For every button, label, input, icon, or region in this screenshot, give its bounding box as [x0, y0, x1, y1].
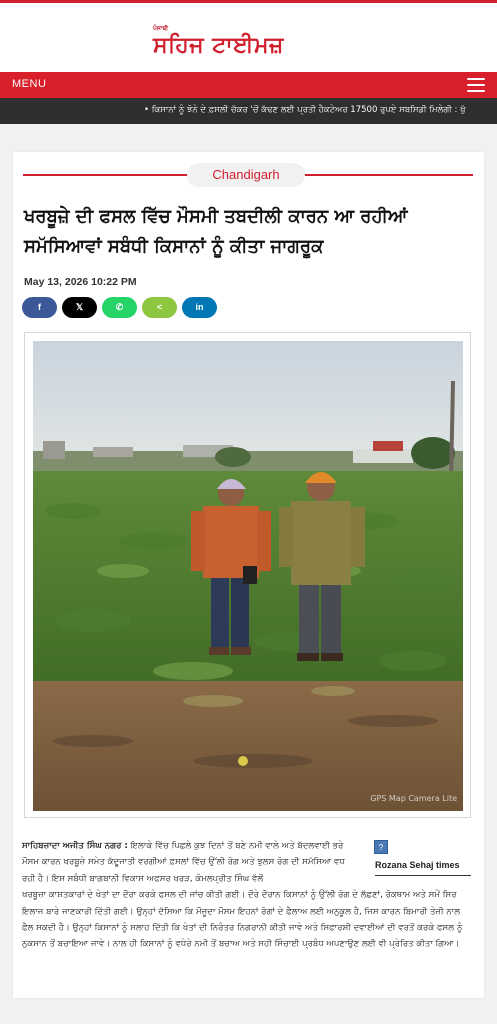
menu-button[interactable]: MENU — [12, 78, 46, 90]
category-badge[interactable]: Chandigarh — [187, 163, 305, 187]
hamburger-icon[interactable] — [467, 78, 485, 92]
menu-bar: MENU — [0, 72, 497, 98]
linkedin-share-button[interactable]: in — [182, 297, 217, 318]
body-paragraph-rest: ਖਰਬੂਜ਼ਾ ਕਾਸ਼ਤਕਾਰਾਂ ਦੇ ਖੇਤਾਂ ਦਾ ਦੌਰਾ ਕਰਕੇ… — [22, 890, 463, 950]
sharethis-button[interactable]: < — [142, 297, 177, 318]
article-photo-frame: GPS Map Camera Lite — [24, 332, 471, 818]
facebook-share-button[interactable]: f — [22, 297, 57, 318]
article-card: Chandigarh ਖਰਬੂਜ਼ੇ ਦੀ ਫਸਲ ਵਿੱਚ ਮੌਸਮੀ ਤਬਦ… — [13, 152, 484, 998]
category-divider-left — [23, 174, 191, 176]
site-header: ਪੰਜਾਬੀ ਸਹਿਜ ਟਾਈਮਜ਼ — [0, 9, 497, 72]
site-logo[interactable]: ਪੰਜਾਬੀ ਸਹਿਜ ਟਾਈਮਜ਼ — [153, 25, 323, 65]
top-accent-line — [0, 0, 497, 9]
whatsapp-share-button[interactable]: ✆ — [102, 297, 137, 318]
article-photo[interactable]: GPS Map Camera Lite — [33, 341, 463, 811]
category-divider-right — [303, 174, 473, 176]
field-photo-illustration — [33, 341, 463, 811]
article-body: ਸਾਹਿਬਜ਼ਾਦਾ ਅਜੀਤ ਸਿੰਘ ਨਗਰ : ਇਲਾਕੇ ਵਿੱਚ ਪਿ… — [22, 838, 474, 953]
news-ticker: • ਕਿਸਾਨਾਂ ਨੂੰ ਝੋਨੇ ਦੇ ਫ਼ਸਲੀ ਚੱਕਰ 'ਚੋਂ ਕੱ… — [0, 98, 497, 124]
body-paragraph-first: ਸਾਹਿਬਜ਼ਾਦਾ ਅਜੀਤ ਸਿੰਘ ਨਗਰ : ਇਲਾਕੇ ਵਿੱਚ ਪਿ… — [22, 838, 357, 887]
logo-wordmark: ਸਹਿਜ ਟਾਈਮਜ਼ — [153, 33, 284, 58]
article-date: May 13, 2026 10:22 PM — [24, 276, 137, 288]
ticker-headline-link[interactable]: • ਕਿਸਾਨਾਂ ਨੂੰ ਝੋਨੇ ਦੇ ਫ਼ਸਲੀ ਚੱਕਰ 'ਚੋਂ ਕੱ… — [144, 105, 466, 115]
article-headline: ਖਰਬੂਜ਼ੇ ਦੀ ਫਸਲ ਵਿੱਚ ਮੌਸਮੀ ਤਬਦੀਲੀ ਕਾਰਨ ਆ … — [24, 206, 408, 257]
photo-watermark: GPS Map Camera Lite — [370, 794, 457, 803]
dateline: ਸਾਹਿਬਜ਼ਾਦਾ ਅਜੀਤ ਸਿੰਘ ਨਗਰ : — [22, 841, 128, 851]
x-share-button[interactable]: 𝕏 — [62, 297, 97, 318]
